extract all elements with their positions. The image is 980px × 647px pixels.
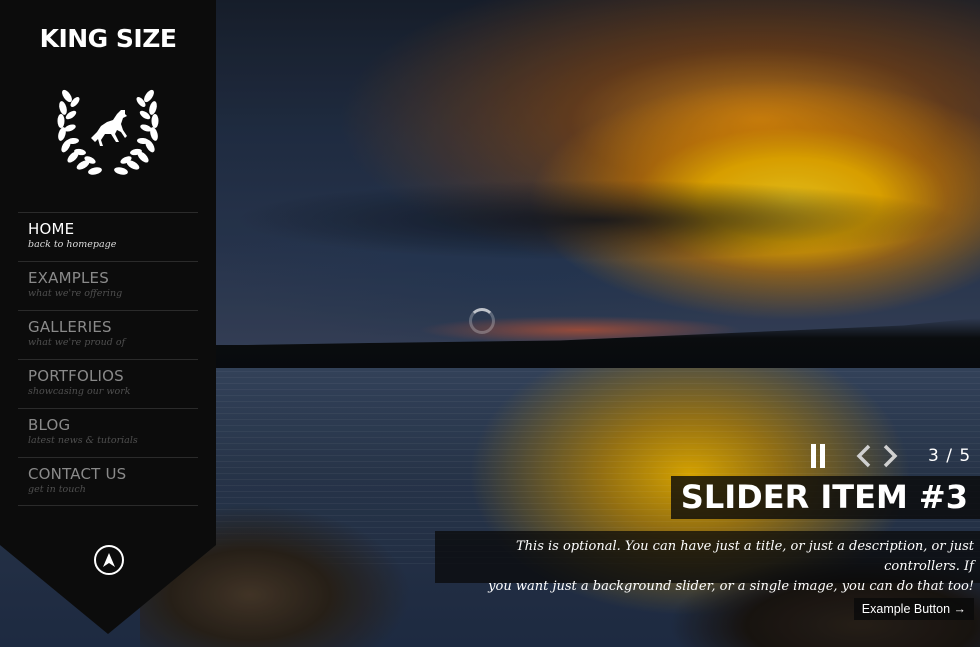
menu-item-subtitle: what we're proud of — [28, 337, 126, 348]
main-menu: HOME back to homepage EXAMPLES what we'r… — [18, 212, 198, 506]
sidebar: KING SIZE HOME back to homepage EXAMPLES… — [0, 0, 216, 634]
menu-item-label: GALLERIES — [28, 318, 112, 336]
pause-icon[interactable] — [811, 444, 825, 468]
chevron-left-icon[interactable] — [854, 443, 874, 469]
menu-item-subtitle: latest news & tutorials — [28, 435, 138, 446]
menu-item-contact-us[interactable]: CONTACT US get in touch — [18, 457, 198, 506]
menu-item-label: CONTACT US — [28, 465, 127, 483]
menu-item-subtitle: what we're offering — [28, 288, 123, 299]
chevron-right-icon[interactable] — [880, 443, 900, 469]
menu-item-subtitle: showcasing our work — [28, 386, 131, 397]
menu-item-portfolios[interactable]: PORTFOLIOS showcasing our work — [18, 359, 198, 408]
slide-description-line: This is optional. You can have just a ti… — [516, 539, 974, 574]
menu-item-subtitle: get in touch — [28, 484, 86, 495]
slide-description: This is optional. You can have just a ti… — [435, 531, 980, 594]
menu-item-label: PORTFOLIOS — [28, 367, 124, 385]
example-button[interactable]: Example Button → — [853, 598, 974, 620]
menu-item-label: HOME — [28, 220, 75, 238]
slide-title: SLIDER ITEM #3 — [670, 476, 980, 519]
slide-counter: 3 / 5 — [928, 446, 972, 466]
menu-item-blog[interactable]: BLOG latest news & tutorials — [18, 408, 198, 457]
navigation-arrow-icon[interactable] — [94, 545, 124, 575]
laurel-wreath-horse-icon[interactable] — [55, 76, 161, 182]
menu-item-label: BLOG — [28, 416, 71, 434]
loading-spinner-icon — [469, 308, 495, 334]
menu-item-examples[interactable]: EXAMPLES what we're offering — [18, 261, 198, 310]
menu-item-subtitle: back to homepage — [28, 239, 117, 250]
menu-item-galleries[interactable]: GALLERIES what we're proud of — [18, 310, 198, 359]
menu-item-label: EXAMPLES — [28, 269, 109, 287]
menu-item-home[interactable]: HOME back to homepage — [18, 212, 198, 261]
slide-description-line: you want just a background slider, or a … — [488, 579, 974, 594]
site-logo-title[interactable]: KING SIZE — [0, 24, 216, 53]
